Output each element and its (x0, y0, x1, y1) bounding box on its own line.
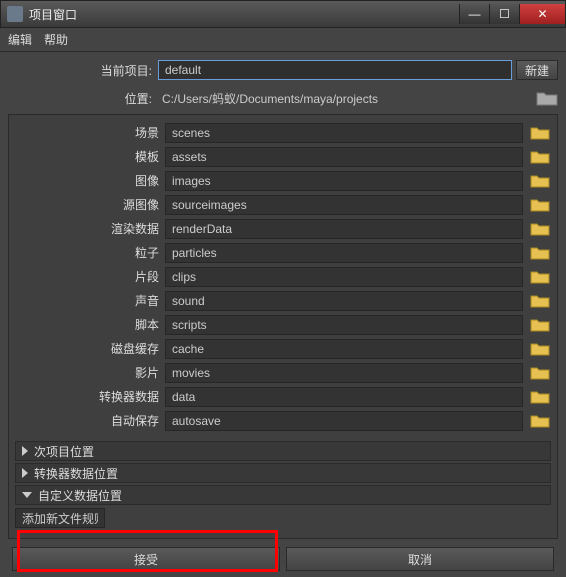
location-row: 图像images (15, 169, 551, 192)
location-row: 影片movies (15, 361, 551, 384)
location-row-value[interactable]: sourceimages (165, 195, 523, 215)
location-row-value[interactable]: autosave (165, 411, 523, 431)
location-row-label: 源图像 (15, 196, 165, 213)
location-path: C:/Users/蚂蚁/Documents/maya/projects (158, 90, 530, 107)
location-row: 脚本scripts (15, 313, 551, 336)
section-secondary-label: 次项目位置 (34, 443, 94, 460)
location-row-label: 粒子 (15, 244, 165, 261)
menu-help[interactable]: 帮助 (44, 31, 68, 48)
add-file-rule-input[interactable] (15, 508, 105, 528)
accept-button[interactable]: 接受 (12, 547, 280, 571)
location-row-value[interactable]: clips (165, 267, 523, 287)
dialog-button-bar: 接受 取消 (8, 539, 558, 577)
browse-folder-button[interactable] (529, 173, 551, 189)
location-row-value[interactable]: scripts (165, 315, 523, 335)
maximize-button[interactable]: ☐ (489, 4, 519, 24)
locations-panel: 场景scenes模板assets图像images源图像sourceimages渲… (8, 114, 558, 539)
location-row-value[interactable]: renderData (165, 219, 523, 239)
location-row-label: 脚本 (15, 316, 165, 333)
content-area: 当前项目: 新建 位置: C:/Users/蚂蚁/Documents/maya/… (0, 52, 566, 577)
window-titlebar[interactable]: 项目窗口 — ☐ ✕ (0, 0, 566, 28)
location-row: 磁盘缓存cache (15, 337, 551, 360)
location-row-label: 图像 (15, 172, 165, 189)
location-row-label: 自动保存 (15, 412, 165, 429)
browse-folder-button[interactable] (529, 149, 551, 165)
location-row-value[interactable]: scenes (165, 123, 523, 143)
section-secondary-locations[interactable]: 次项目位置 (15, 441, 551, 461)
chevron-down-icon (22, 492, 32, 498)
location-row-label: 转换器数据 (15, 388, 165, 405)
browse-folder-button[interactable] (529, 341, 551, 357)
current-project-input[interactable] (158, 60, 512, 80)
browse-folder-button[interactable] (529, 125, 551, 141)
browse-folder-button[interactable] (529, 221, 551, 237)
current-project-label: 当前项目: (8, 62, 158, 79)
app-icon (7, 6, 23, 22)
location-row-label: 影片 (15, 364, 165, 381)
location-row: 源图像sourceimages (15, 193, 551, 216)
location-row-label: 声音 (15, 292, 165, 309)
menu-bar: 编辑 帮助 (0, 28, 566, 52)
browse-folder-button[interactable] (529, 413, 551, 429)
browse-location-button[interactable] (536, 90, 558, 106)
location-row: 片段clips (15, 265, 551, 288)
browse-folder-button[interactable] (529, 269, 551, 285)
location-row-label: 渲染数据 (15, 220, 165, 237)
location-row: 声音sound (15, 289, 551, 312)
chevron-right-icon (22, 446, 28, 456)
close-button[interactable]: ✕ (519, 4, 565, 24)
location-label: 位置: (8, 90, 158, 107)
location-row-value[interactable]: movies (165, 363, 523, 383)
location-row: 自动保存autosave (15, 409, 551, 432)
window-title: 项目窗口 (29, 6, 459, 23)
location-row-label: 磁盘缓存 (15, 340, 165, 357)
location-row-value[interactable]: data (165, 387, 523, 407)
location-row-value[interactable]: sound (165, 291, 523, 311)
location-row-value[interactable]: particles (165, 243, 523, 263)
current-project-row: 当前项目: 新建 (8, 58, 558, 82)
browse-folder-button[interactable] (529, 389, 551, 405)
minimize-button[interactable]: — (459, 4, 489, 24)
location-row-label: 模板 (15, 148, 165, 165)
browse-folder-button[interactable] (529, 317, 551, 333)
location-row: 渲染数据renderData (15, 217, 551, 240)
section-translator-label: 转换器数据位置 (34, 465, 118, 482)
location-row-value[interactable]: assets (165, 147, 523, 167)
menu-edit[interactable]: 编辑 (8, 31, 32, 48)
custom-subfield-row (15, 507, 551, 529)
cancel-button[interactable]: 取消 (286, 547, 554, 571)
location-row: 模板assets (15, 145, 551, 168)
location-row-label: 片段 (15, 268, 165, 285)
section-custom-label: 自定义数据位置 (38, 487, 122, 504)
browse-folder-button[interactable] (529, 197, 551, 213)
location-row-value[interactable]: images (165, 171, 523, 191)
browse-folder-button[interactable] (529, 245, 551, 261)
location-row: 场景scenes (15, 121, 551, 144)
location-row: 转换器数据data (15, 385, 551, 408)
chevron-right-icon (22, 468, 28, 478)
new-project-button[interactable]: 新建 (516, 60, 558, 80)
browse-folder-button[interactable] (529, 293, 551, 309)
browse-folder-button[interactable] (529, 365, 551, 381)
location-row: 位置: C:/Users/蚂蚁/Documents/maya/projects (8, 86, 558, 110)
section-custom-locations[interactable]: 自定义数据位置 (15, 485, 551, 505)
section-translator-locations[interactable]: 转换器数据位置 (15, 463, 551, 483)
location-row-value[interactable]: cache (165, 339, 523, 359)
location-row: 粒子particles (15, 241, 551, 264)
location-row-label: 场景 (15, 124, 165, 141)
